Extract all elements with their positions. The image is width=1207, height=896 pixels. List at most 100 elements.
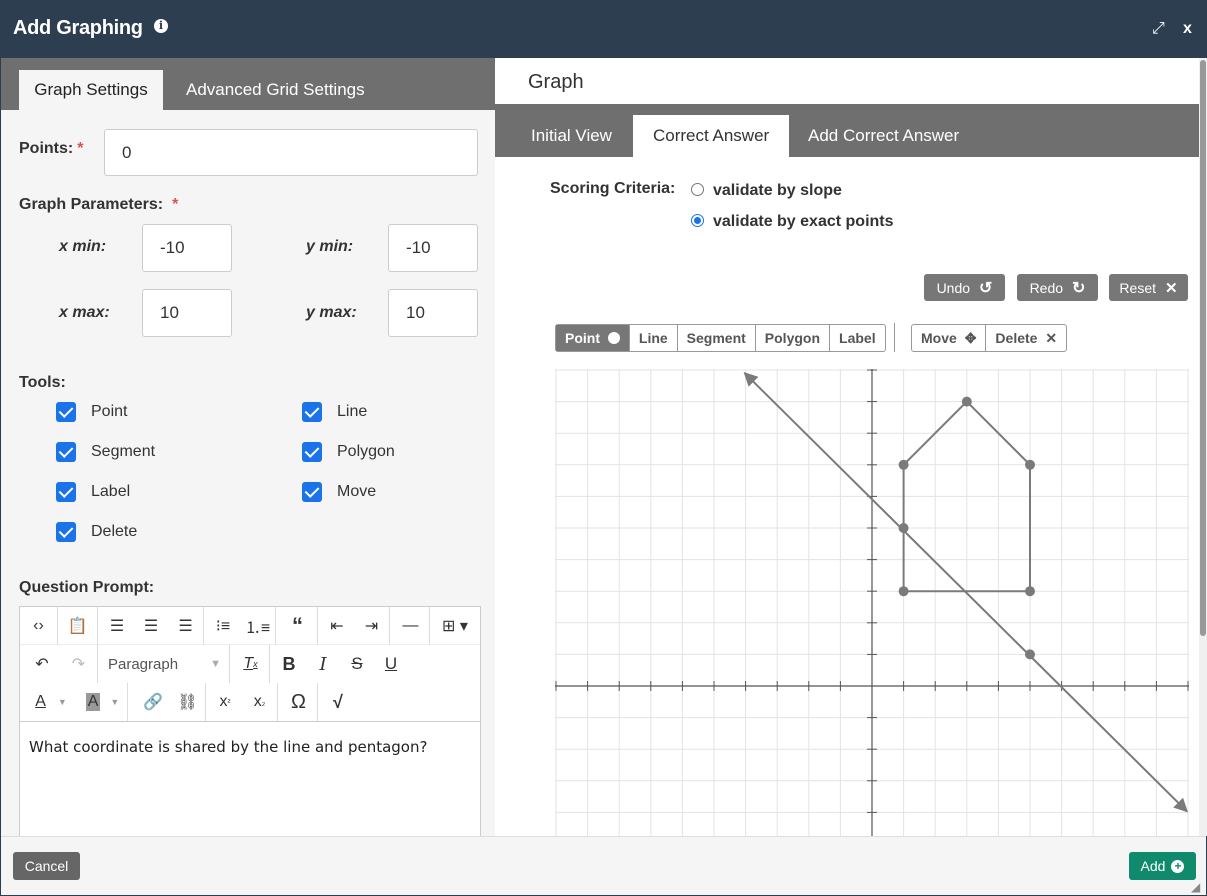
tab-advanced-grid-settings[interactable]: Advanced Grid Settings	[168, 70, 383, 110]
scoring-criteria-label: Scoring Criteria:	[550, 180, 676, 197]
horizontal-rule-icon[interactable]: —	[392, 607, 430, 645]
required-marker: *	[172, 196, 179, 213]
checkbox-polygon[interactable]	[302, 442, 322, 462]
redo-icon[interactable]: ↷	[60, 645, 98, 683]
checkbox-move-label: Move	[337, 483, 377, 500]
tab-correct-answer[interactable]: Correct Answer	[633, 115, 790, 157]
checkbox-move[interactable]	[302, 482, 322, 502]
editor-content[interactable]: What coordinate is shared by the line an…	[20, 721, 480, 836]
table-icon[interactable]: ⊞ ▾	[432, 607, 478, 645]
checkbox-delete[interactable]	[56, 522, 76, 542]
points-label-text: Points:	[19, 140, 74, 157]
add-button-label: Add	[1140, 858, 1166, 874]
align-center-icon[interactable]: ☰	[134, 607, 168, 645]
checkbox-polygon-label: Polygon	[337, 443, 395, 460]
checkbox-line[interactable]	[302, 402, 322, 422]
line-point	[1025, 649, 1035, 660]
tool-line[interactable]: Line	[630, 325, 678, 351]
checkbox-segment[interactable]	[56, 442, 76, 462]
clear-format-icon[interactable]: Tx	[232, 645, 270, 683]
answer-line	[743, 372, 1188, 813]
unlink-icon[interactable]: ⛓	[170, 683, 206, 721]
polygon-vertex	[898, 459, 909, 470]
xmax-input[interactable]: 10	[142, 289, 232, 337]
close-button[interactable]: x	[1183, 20, 1192, 38]
align-left-icon[interactable]: ☰	[100, 607, 134, 645]
tool-delete[interactable]: Delete ✕	[986, 325, 1066, 351]
checkbox-label[interactable]	[56, 482, 76, 502]
radio-validate-exact-points[interactable]	[691, 214, 704, 227]
ymax-label: y max:	[306, 304, 357, 321]
outdent-icon[interactable]: ⇤	[320, 607, 354, 645]
footer: Cancel Add + ◢	[1, 836, 1206, 895]
blockquote-icon[interactable]: “	[278, 607, 318, 645]
required-marker: *	[77, 140, 84, 157]
format-select[interactable]: Paragraph ▼	[100, 645, 230, 683]
tab-add-correct-answer[interactable]: Add Correct Answer	[788, 115, 979, 157]
checkbox-point[interactable]	[56, 402, 76, 422]
ymin-label: y min:	[306, 238, 354, 255]
math-icon[interactable]: √	[320, 683, 356, 721]
numbered-list-icon[interactable]: ⒈≡	[240, 607, 276, 645]
ymin-input[interactable]: -10	[388, 224, 478, 272]
settings-panel: Graph Settings Advanced Grid Settings Po…	[1, 58, 495, 836]
tools-label: Tools:	[19, 374, 66, 391]
superscript-icon[interactable]: x²	[208, 683, 242, 721]
redo-button[interactable]: Redo ↻	[1017, 274, 1098, 301]
paste-icon[interactable]: 📋	[58, 607, 98, 645]
tab-graph-settings[interactable]: Graph Settings	[19, 70, 163, 110]
background-color-icon[interactable]: A ▼	[78, 683, 128, 721]
radio-validate-slope[interactable]	[691, 183, 704, 196]
tool-move-label: Move	[921, 330, 957, 346]
italic-icon[interactable]: I	[306, 645, 340, 683]
checkbox-segment-label: Segment	[91, 443, 156, 460]
link-icon[interactable]: 🔗	[136, 683, 170, 721]
tool-point-label: Point	[565, 330, 600, 346]
reset-button[interactable]: Reset ✕	[1109, 274, 1188, 301]
polygon-vertex	[1025, 586, 1035, 597]
indent-icon[interactable]: ⇥	[354, 607, 390, 645]
subscript-icon[interactable]: x₂	[242, 683, 278, 721]
graph-parameters-label: Graph Parameters: *	[19, 196, 178, 214]
underline-icon[interactable]: U	[374, 645, 408, 683]
align-right-icon[interactable]: ☰	[168, 607, 204, 645]
title-bar: Add Graphing i ⤢ x	[1, 1, 1206, 58]
special-character-icon[interactable]: Ω	[280, 683, 318, 721]
line-point	[898, 523, 909, 533]
bullet-list-icon[interactable]: ⁝≡	[206, 607, 240, 645]
tab-initial-view[interactable]: Initial View	[511, 115, 632, 157]
tool-delete-label: Delete	[995, 330, 1038, 346]
info-icon[interactable]: i	[154, 19, 168, 33]
redo-button-label: Redo	[1029, 279, 1064, 296]
tool-label[interactable]: Label	[830, 325, 885, 351]
graph-title: Graph	[528, 71, 584, 93]
editor-toolbar-row-3: A ▼ A ▼ 🔗 ⛓ x² x₂ Ω √	[20, 683, 480, 721]
coordinate-grid[interactable]	[555, 369, 1189, 836]
add-button[interactable]: Add +	[1129, 852, 1196, 880]
scrollbar-thumb[interactable]	[1200, 60, 1206, 636]
tool-polygon[interactable]: Polygon	[756, 325, 831, 351]
toolbar-divider	[894, 323, 895, 352]
xmin-input[interactable]: -10	[142, 224, 232, 272]
undo-button[interactable]: Undo ↺	[924, 274, 1005, 301]
undo-icon[interactable]: ↶	[24, 645, 60, 683]
tool-move[interactable]: Move ✥	[912, 325, 987, 351]
reset-button-label: Reset	[1119, 279, 1156, 296]
checkbox-line-label: Line	[337, 403, 368, 420]
xmin-label: x min:	[59, 238, 107, 255]
graph-header: Graph	[495, 58, 1199, 104]
text-color-icon[interactable]: A ▼	[24, 683, 78, 721]
expand-icon[interactable]: ⤢	[1152, 20, 1165, 38]
tool-segment[interactable]: Segment	[678, 325, 756, 351]
bold-icon[interactable]: B	[272, 645, 306, 683]
cancel-button[interactable]: Cancel	[13, 852, 80, 880]
strikethrough-icon[interactable]: S	[340, 645, 374, 683]
source-code-icon[interactable]: ‹›	[20, 607, 58, 645]
checkbox-point-label: Point	[91, 403, 128, 420]
resize-handle-icon[interactable]: ◢	[1191, 880, 1200, 894]
ymax-input[interactable]: 10	[388, 289, 478, 337]
editor-toolbar-row-2: ↶ ↷ Paragraph ▼ Tx B I S U	[20, 645, 480, 683]
tool-point[interactable]: Point	[556, 325, 630, 351]
points-input[interactable]: 0	[104, 129, 478, 176]
move-icon: ✥	[964, 330, 977, 346]
